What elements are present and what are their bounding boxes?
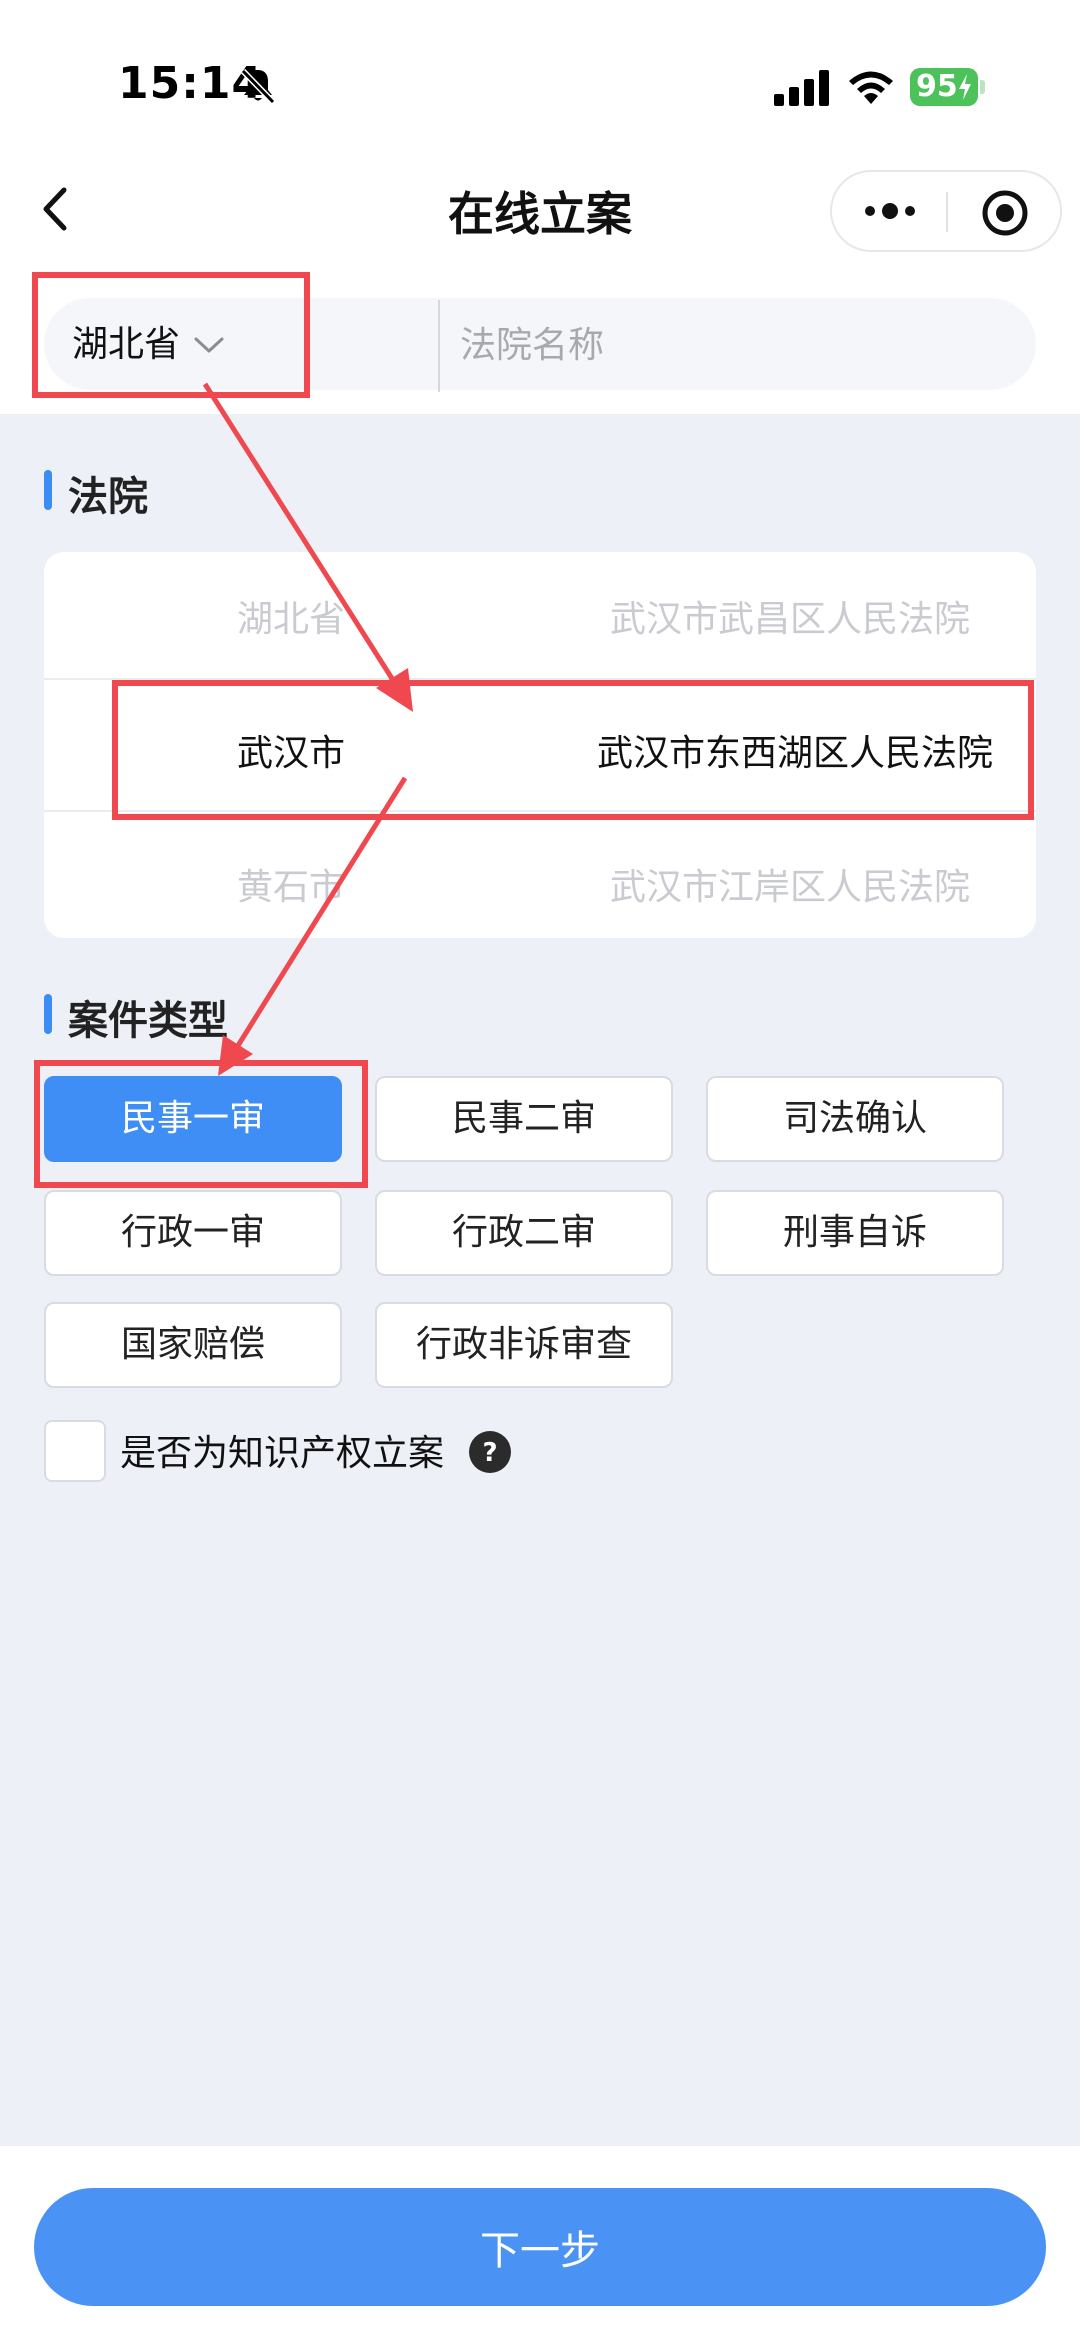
annotation-box-case-type [34, 1060, 368, 1188]
case-type-civil-second[interactable]: 民事二审 [375, 1076, 673, 1162]
mini-program-capsule [830, 170, 1062, 252]
ip-checkbox-label: 是否为知识产权立案 [120, 1433, 445, 1474]
wifi-icon [849, 71, 893, 104]
picker-city[interactable]: 黄石市 [146, 858, 436, 910]
picker-city[interactable]: 湖北省 [146, 590, 436, 642]
court-search-input[interactable] [460, 320, 1020, 370]
next-step-button[interactable]: 下一步 [34, 2188, 1046, 2306]
page: 15:14 95 在线立案 湖北省 法院名称 法院 湖北省 武汉市武昌区人民法院… [0, 0, 1080, 2348]
case-type-state-compensation[interactable]: 国家赔偿 [44, 1302, 342, 1388]
case-type-admin-first[interactable]: 行政一审 [44, 1190, 342, 1276]
case-type-admin-second[interactable]: 行政二审 [375, 1190, 673, 1276]
battery-nub [980, 80, 985, 94]
signal-icon [774, 70, 829, 106]
case-type-admin-non-litigation[interactable]: 行政非诉审查 [375, 1302, 673, 1388]
target-icon[interactable] [980, 188, 1030, 238]
annotation-box-province [32, 272, 310, 398]
svg-text:?: ? [482, 1438, 497, 1468]
bell-slash-icon [240, 68, 276, 105]
case-type-private-prosecution[interactable]: 刑事自诉 [706, 1190, 1004, 1276]
section-marker [44, 470, 52, 510]
capsule-divider [946, 192, 948, 232]
court-section-title: 法院 [68, 474, 148, 520]
picker-court[interactable]: 武汉市武昌区人民法院 [560, 590, 1020, 642]
case-type-section-title: 案件类型 [68, 998, 228, 1044]
battery-icon: 95 [910, 68, 978, 106]
battery-level: 95 [916, 69, 958, 104]
help-icon[interactable]: ? [468, 1430, 512, 1474]
annotation-box-court [112, 680, 1034, 820]
search-divider [438, 300, 440, 392]
picker-court[interactable]: 武汉市江岸区人民法院 [560, 858, 1020, 910]
more-icon[interactable] [862, 196, 918, 226]
section-marker [44, 994, 52, 1034]
case-type-judicial-confirmation[interactable]: 司法确认 [706, 1076, 1004, 1162]
ip-checkbox[interactable] [44, 1420, 106, 1482]
